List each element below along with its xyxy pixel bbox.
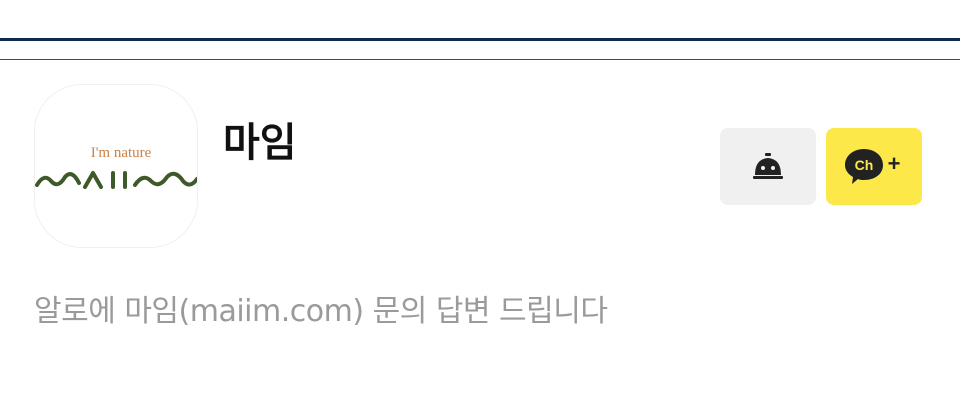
logo-tagline: I'm nature	[90, 145, 152, 161]
channel-description: 알로에 마임(maiim.com) 문의 답변 드립니다	[34, 294, 608, 329]
channel-profile-image[interactable]: I'm nature	[34, 84, 198, 248]
channel-add-icon: Ch +	[845, 148, 901, 184]
plus-icon: +	[888, 151, 901, 176]
service-bell-icon	[753, 152, 783, 179]
maiim-logo-icon	[35, 171, 197, 189]
channel-badge-text: Ch	[855, 157, 874, 173]
add-channel-button[interactable]: Ch +	[826, 128, 922, 205]
channel-name: 마임	[223, 120, 297, 166]
call-button[interactable]	[720, 128, 816, 205]
section-divider	[0, 59, 960, 60]
header-border	[0, 38, 960, 41]
